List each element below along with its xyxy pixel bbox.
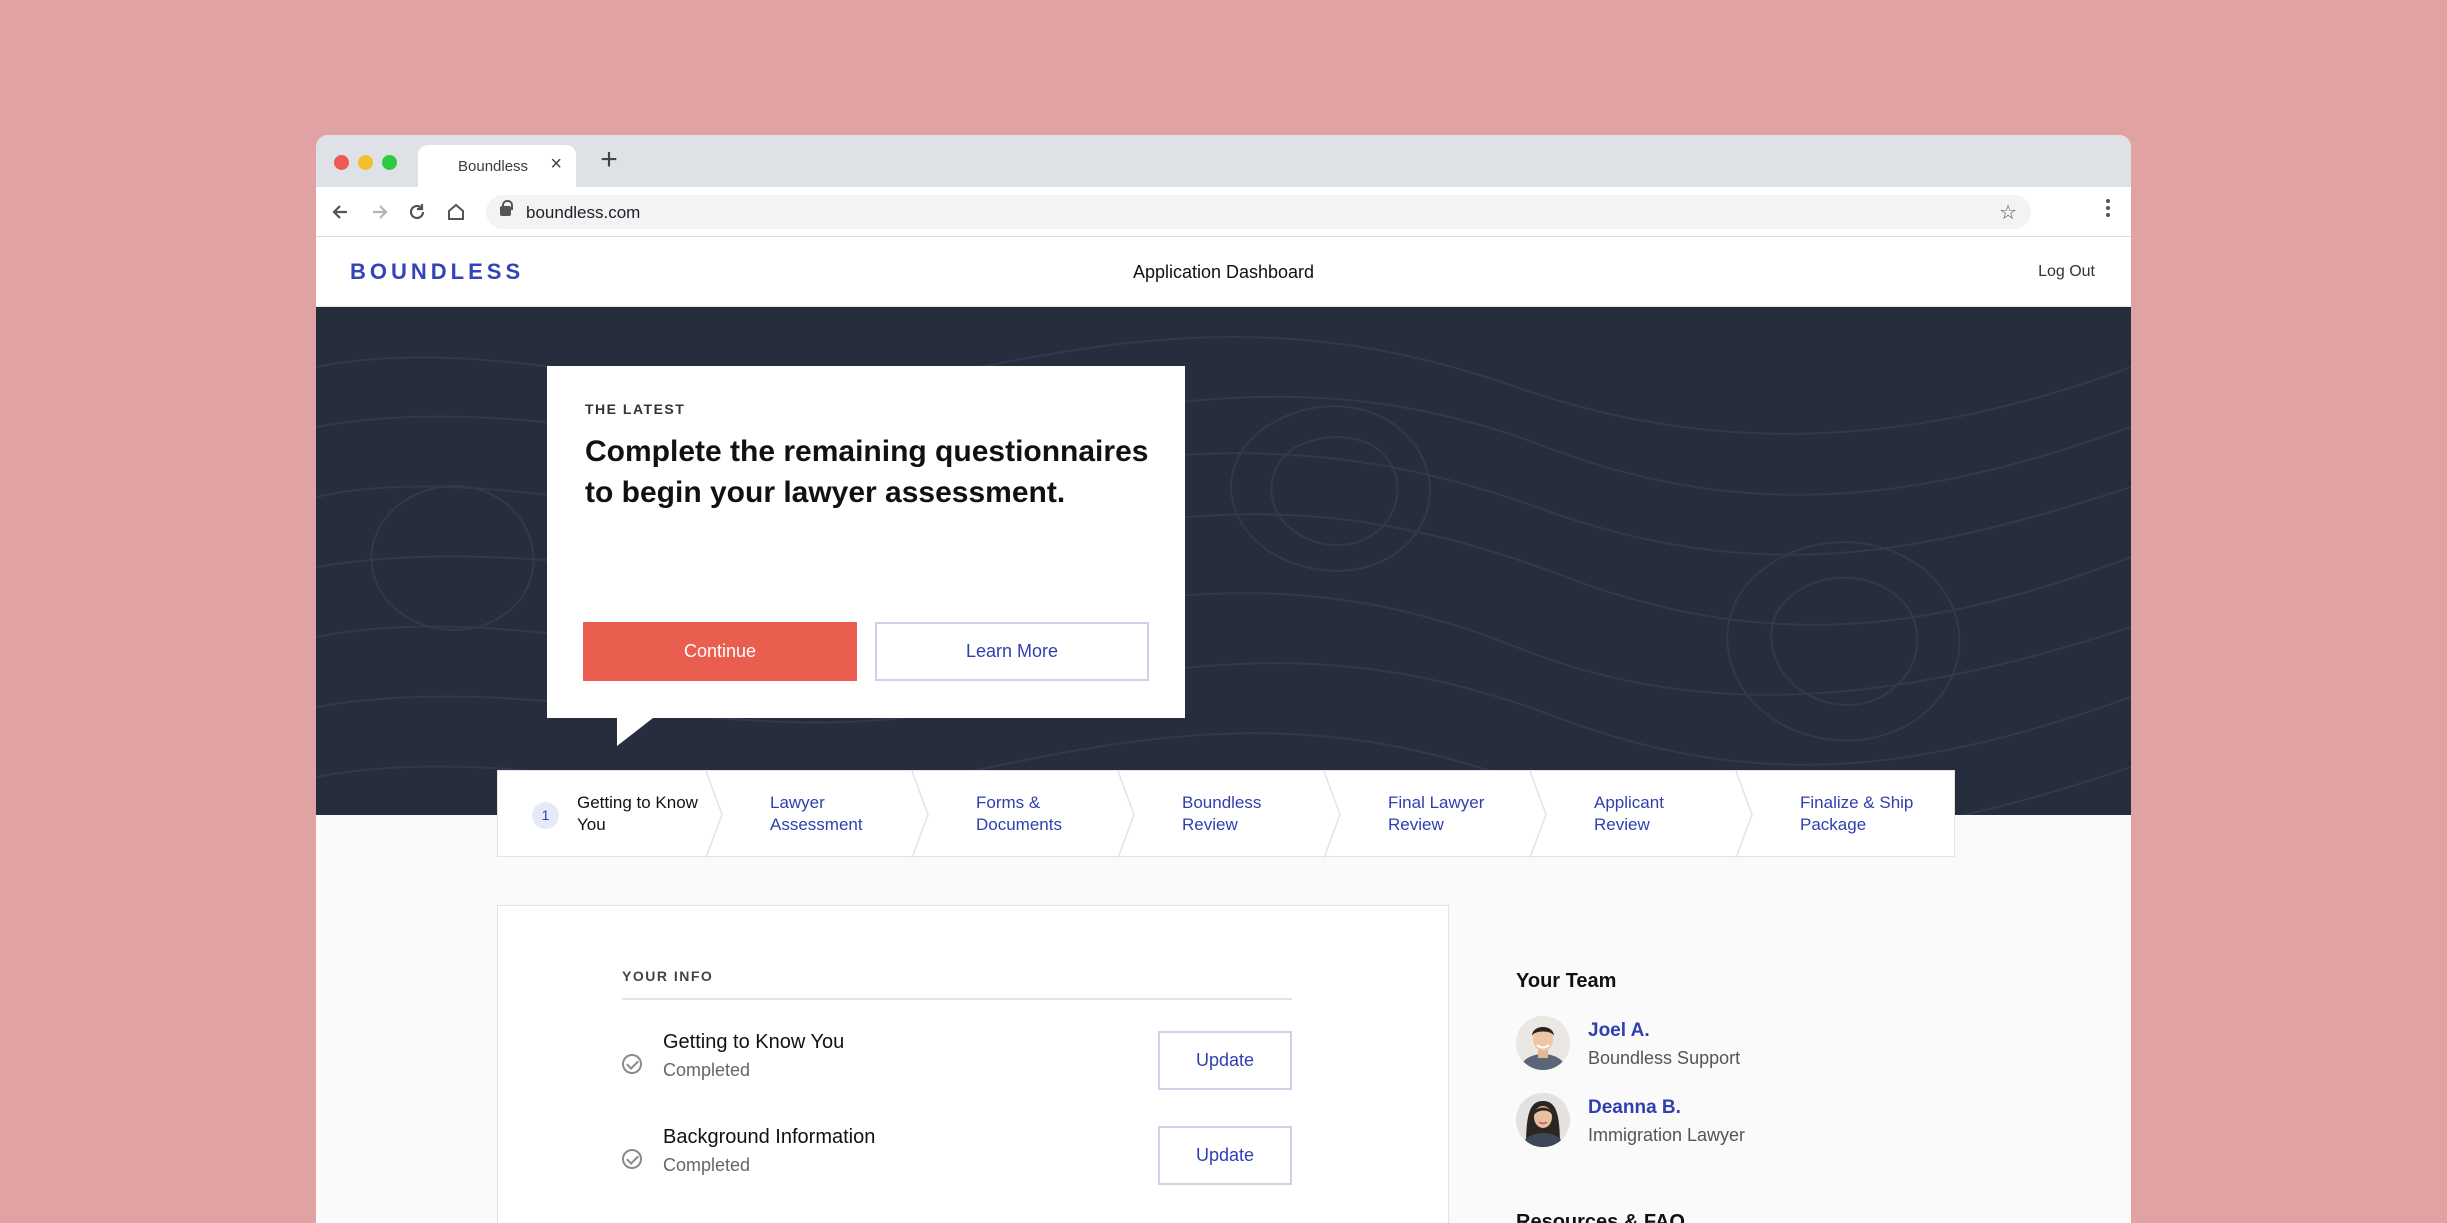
progress-stepper: 1 Getting to Know You Lawyer Assessment … — [497, 770, 1955, 858]
step-label: Forms & Documents — [976, 793, 1062, 834]
step-separator — [1323, 771, 1341, 858]
step-separator — [1117, 771, 1135, 858]
check-circle-icon — [622, 1054, 642, 1074]
member-role: Immigration Lawyer — [1588, 1125, 1746, 1145]
team-title: Your Team — [1516, 970, 1617, 992]
close-window-button[interactable] — [334, 155, 349, 170]
your-info-card: YOUR INFO Getting to Know You Completed … — [497, 905, 1449, 1223]
avatar — [1516, 1093, 1570, 1147]
site-header: BOUNDLESS Application Dashboard Log Out — [316, 237, 2131, 307]
card-eyebrow: THE LATEST — [585, 401, 686, 417]
forward-icon[interactable] — [366, 199, 392, 225]
step-label: Finalize & Ship Package — [1800, 793, 1914, 834]
member-name[interactable]: Deanna B. — [1588, 1097, 1681, 1119]
browser-tab[interactable]: Boundless × — [418, 145, 576, 187]
step-forms-documents[interactable]: Forms & Documents — [930, 771, 1116, 858]
tab-title: Boundless — [458, 158, 529, 175]
row-title: Background Information — [663, 1126, 876, 1148]
your-info-title: YOUR INFO — [622, 968, 714, 984]
reload-icon[interactable] — [404, 199, 430, 225]
resources-faq-title: Resources & FAQ — [1516, 1211, 1685, 1223]
step-finalize-ship-package[interactable]: Finalize & Ship Package — [1754, 771, 1954, 858]
step-getting-to-know-you[interactable]: 1 Getting to Know You — [498, 771, 704, 858]
step-separator — [1529, 771, 1547, 858]
learn-more-button[interactable]: Learn More — [875, 622, 1149, 681]
avatar — [1516, 1016, 1570, 1070]
info-row-getting-to-know-you: Getting to Know You Completed Update — [622, 1031, 1292, 1101]
continue-button[interactable]: Continue — [583, 622, 857, 681]
hero-banner: THE LATEST Complete the remaining questi… — [316, 307, 2131, 815]
update-button[interactable]: Update — [1158, 1031, 1292, 1090]
step-label: Final Lawyer Review — [1388, 793, 1485, 834]
tab-bar: Boundless × + — [316, 135, 2131, 187]
more-icon[interactable] — [2105, 197, 2111, 227]
browser-toolbar: boundless.com ☆ — [316, 187, 2131, 237]
step-separator — [911, 771, 929, 858]
row-status: Completed — [663, 1155, 751, 1175]
update-button[interactable]: Update — [1158, 1126, 1292, 1185]
step-applicant-review[interactable]: Applicant Review — [1548, 771, 1734, 858]
address-bar[interactable]: boundless.com ☆ — [486, 195, 2031, 229]
star-icon[interactable]: ☆ — [1999, 200, 2017, 225]
url-text: boundless.com — [526, 203, 641, 222]
logout-link[interactable]: Log Out — [2038, 263, 2095, 281]
row-title: Getting to Know You — [663, 1031, 845, 1053]
step-separator — [1735, 771, 1753, 858]
check-circle-icon — [622, 1149, 642, 1169]
team-member-deanna: Deanna B. Immigration Lawyer — [1516, 1093, 1916, 1153]
maximize-window-button[interactable] — [382, 155, 397, 170]
browser-window: Boundless × + boundless.com ☆ BOUNDLESS … — [316, 135, 2131, 1223]
step-boundless-review[interactable]: Boundless Review — [1136, 771, 1322, 858]
step-label: Applicant Review — [1594, 793, 1664, 834]
lock-icon — [500, 200, 513, 216]
step-number: 1 — [532, 802, 559, 829]
home-icon[interactable] — [443, 199, 469, 225]
team-member-joel: Joel A. Boundless Support — [1516, 1016, 1916, 1076]
step-separator — [705, 771, 723, 858]
card-heading: Complete the remaining questionnaires to… — [585, 435, 1149, 509]
divider — [622, 998, 1292, 1000]
info-row-background-information: Background Information Completed Update — [622, 1126, 1292, 1196]
latest-card: THE LATEST Complete the remaining questi… — [547, 366, 1185, 746]
step-label: Boundless Review — [1182, 793, 1262, 834]
member-name[interactable]: Joel A. — [1588, 1020, 1650, 1042]
close-icon[interactable]: × — [550, 154, 562, 174]
step-final-lawyer-review[interactable]: Final Lawyer Review — [1342, 771, 1528, 858]
row-status: Completed — [663, 1060, 751, 1080]
new-tab-icon[interactable]: + — [594, 145, 624, 175]
step-label: Lawyer Assessment — [770, 793, 863, 834]
member-role: Boundless Support — [1588, 1048, 1741, 1068]
page-title: Application Dashboard — [1132, 262, 1315, 282]
back-icon[interactable] — [328, 199, 354, 225]
step-lawyer-assessment[interactable]: Lawyer Assessment — [724, 771, 910, 858]
minimize-window-button[interactable] — [358, 155, 373, 170]
card-pointer — [617, 718, 653, 746]
